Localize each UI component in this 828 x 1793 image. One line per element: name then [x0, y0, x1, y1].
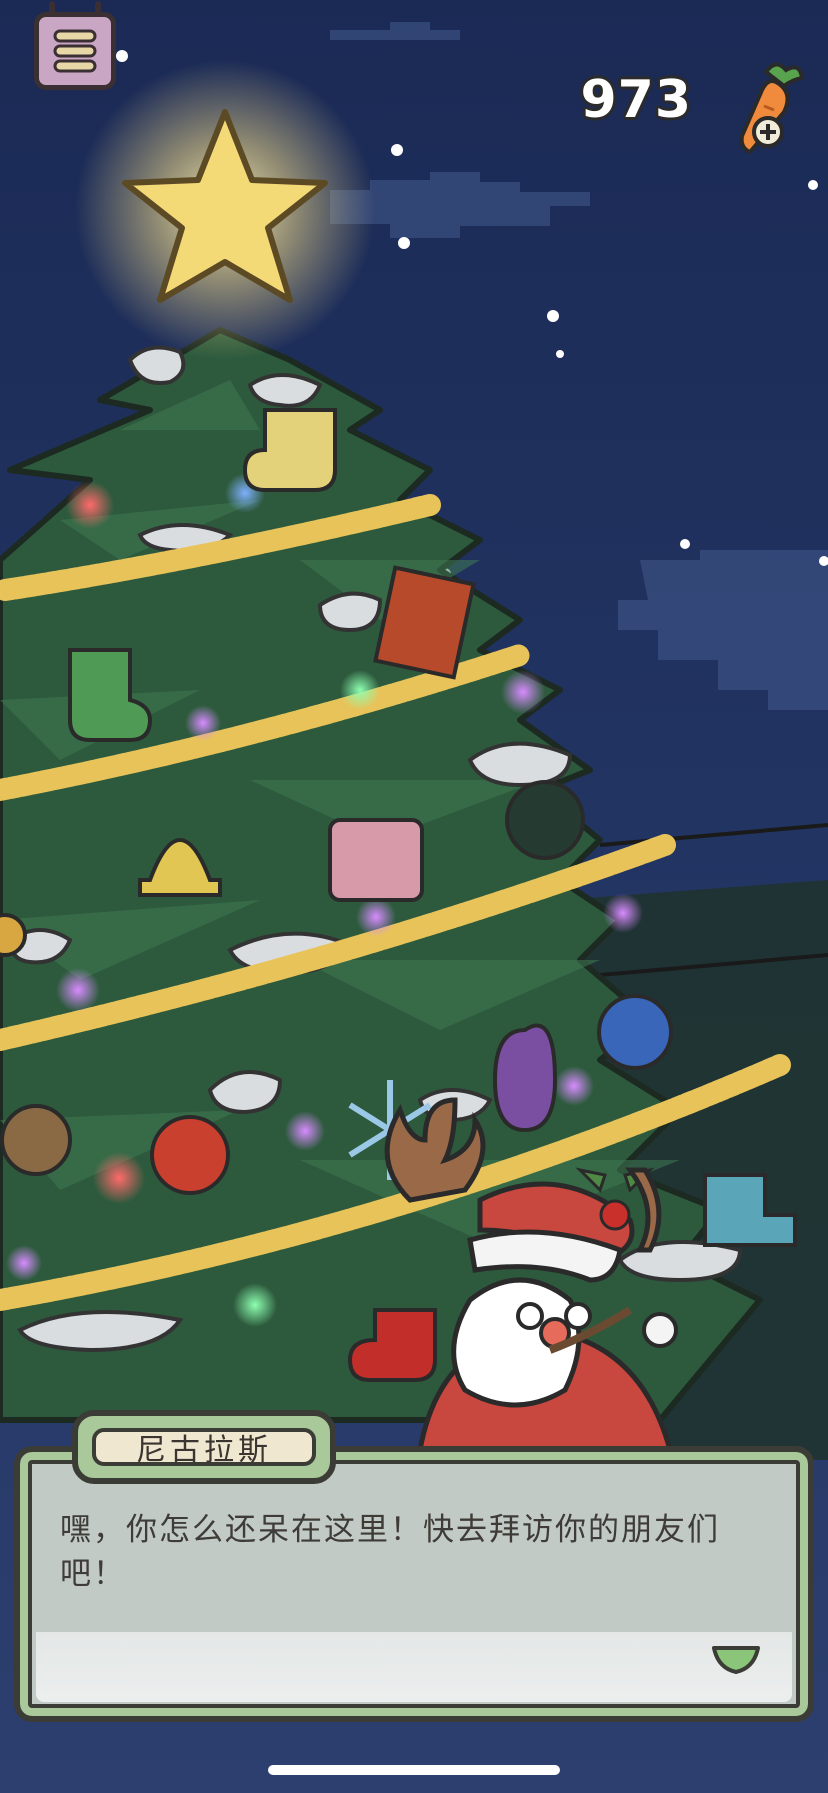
dark-bauble	[505, 780, 585, 860]
next-arrow-icon[interactable]	[710, 1642, 762, 1676]
left-gold-bauble	[0, 913, 27, 957]
blue-bauble	[597, 994, 673, 1070]
bunny-ornament	[0, 1104, 72, 1176]
purple-drop-ornament	[492, 1023, 558, 1133]
carrot-add-icon[interactable]	[728, 58, 808, 154]
carrot-card	[373, 565, 476, 680]
speaker-name-tag: 尼古拉斯	[72, 1410, 336, 1484]
dialog-snow-strip	[36, 1632, 792, 1702]
dialog-text: 嘿，你怎么还呆在这里！快去拜访你的朋友们 吧！	[60, 1508, 760, 1596]
dialog-line-2: 吧！	[60, 1556, 126, 1592]
carrot-count: 973	[580, 70, 692, 130]
red-bauble	[150, 1115, 230, 1195]
pink-gift	[328, 818, 424, 902]
menu-icon	[53, 29, 97, 73]
speaker-name: 尼古拉斯	[92, 1428, 316, 1468]
menu-button[interactable]	[34, 1, 116, 90]
home-indicator[interactable]	[268, 1765, 560, 1775]
dialog-line-1: 嘿，你怎么还呆在这里！快去拜访你的朋友们	[60, 1512, 720, 1548]
